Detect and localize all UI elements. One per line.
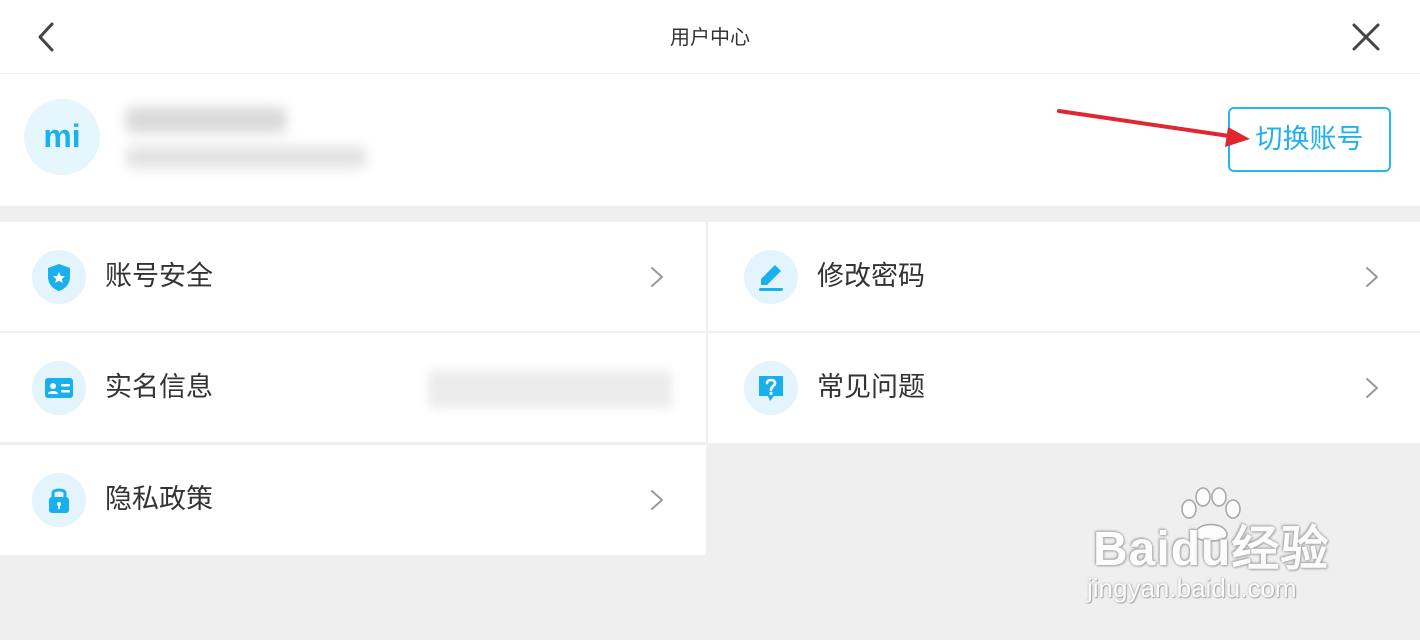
watermark-url-text: jingyan.baidu.com bbox=[1087, 573, 1297, 603]
pencil-icon bbox=[744, 250, 798, 304]
mi-logo-icon: mi bbox=[43, 118, 80, 154]
menu-label: 隐私政策 bbox=[105, 484, 213, 515]
top-bar: 用户中心 bbox=[0, 0, 1420, 74]
menu-item-change-password[interactable]: 修改密码 bbox=[708, 222, 1420, 332]
menu-label: 修改密码 bbox=[817, 261, 925, 292]
username-redacted bbox=[126, 107, 286, 133]
question-icon bbox=[744, 361, 798, 415]
menu-item-privacy-policy[interactable]: 隐私政策 bbox=[0, 445, 706, 555]
account-id-redacted bbox=[126, 146, 366, 168]
chevron-right-icon bbox=[651, 490, 663, 510]
chevron-right-icon bbox=[1366, 378, 1378, 398]
id-card-icon bbox=[32, 361, 86, 415]
baidu-jingyan-watermark: Baidu经验 jingyan.baidu.com bbox=[1085, 485, 1385, 615]
menu-item-faq[interactable]: 常见问题 bbox=[708, 333, 1420, 443]
watermark-main-text: Baidu经验 bbox=[1093, 523, 1330, 576]
chevron-right-icon bbox=[1366, 267, 1378, 287]
menu-item-account-security[interactable]: 账号安全 bbox=[0, 222, 706, 332]
menu-label: 常见问题 bbox=[817, 372, 925, 403]
page-title: 用户中心 bbox=[670, 25, 750, 49]
svg-text:mi: mi bbox=[43, 118, 80, 154]
real-name-value-redacted bbox=[428, 370, 672, 408]
annotation-arrow bbox=[1057, 109, 1250, 147]
menu-item-real-name-info[interactable]: 实名信息 bbox=[0, 333, 706, 443]
menu-label: 账号安全 bbox=[105, 261, 213, 292]
close-icon[interactable] bbox=[1349, 20, 1383, 54]
shield-star-icon bbox=[32, 250, 86, 304]
menu-label: 实名信息 bbox=[105, 372, 213, 403]
lock-icon bbox=[32, 473, 86, 527]
avatar: mi bbox=[24, 99, 100, 175]
chevron-right-icon bbox=[651, 267, 663, 287]
